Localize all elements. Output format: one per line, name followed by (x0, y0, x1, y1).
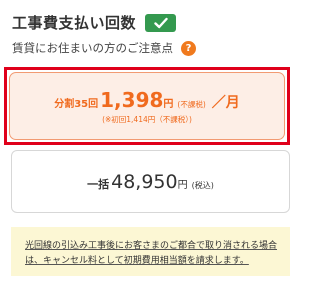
completed-badge (145, 13, 177, 32)
cancellation-notice-box: 光回線の引込み工事後にお客さまのご都合で取り消される場合 は、キャンセル料として… (11, 227, 290, 276)
first-payment-note: (※初回1,414円（不課税）) (102, 114, 192, 124)
lump-sum-yen: 円 (177, 179, 188, 191)
cancellation-notice-line-1: 光回線の引込み工事後にお客さまのご都合で取り消される場合 (25, 241, 278, 251)
lump-sum-price-line: 一括 48,950 円 (税込) (87, 171, 214, 193)
rental-notice-row: 賃貸にお住まいの方のご注意点 ? (12, 40, 196, 56)
installment-yen: 円 (163, 98, 174, 110)
installment-label: 分割35回 (54, 98, 99, 110)
per-month-label: ／月 (211, 94, 240, 111)
payment-count-section: 工事費支払い回数 賃貸にお住まいの方のご注意点 ? 分割35回 1,398 円 … (0, 0, 300, 287)
rental-notice-text: 賃貸にお住まいの方のご注意点 (12, 41, 173, 55)
lump-sum-tax-note: (税込) (191, 180, 214, 190)
lump-sum-amount: 48,950 (111, 170, 178, 193)
cancellation-notice-line-2: は、キャンセル料として初期費用相当額を請求します。 (25, 256, 249, 266)
lump-sum-label: 一括 (87, 177, 110, 191)
lump-sum-option-card[interactable]: 一括 48,950 円 (税込) (11, 150, 290, 213)
section-header: 工事費支払い回数 (12, 12, 177, 33)
installment-tax-note: (不課税) (177, 99, 206, 109)
installment-option-card[interactable]: 分割35回 1,398 円 (不課税) ／月 (※初回1,414円（不課税）) (9, 72, 285, 140)
selected-option-highlight: 分割35回 1,398 円 (不課税) ／月 (※初回1,414円（不課税）) (4, 67, 290, 145)
section-title: 工事費支払い回数 (12, 14, 137, 32)
installment-price-line: 分割35回 1,398 円 (不課税) ／月 (54, 88, 240, 112)
check-icon (153, 17, 168, 28)
installment-amount: 1,398 (100, 87, 164, 112)
help-icon[interactable]: ? (181, 40, 196, 56)
